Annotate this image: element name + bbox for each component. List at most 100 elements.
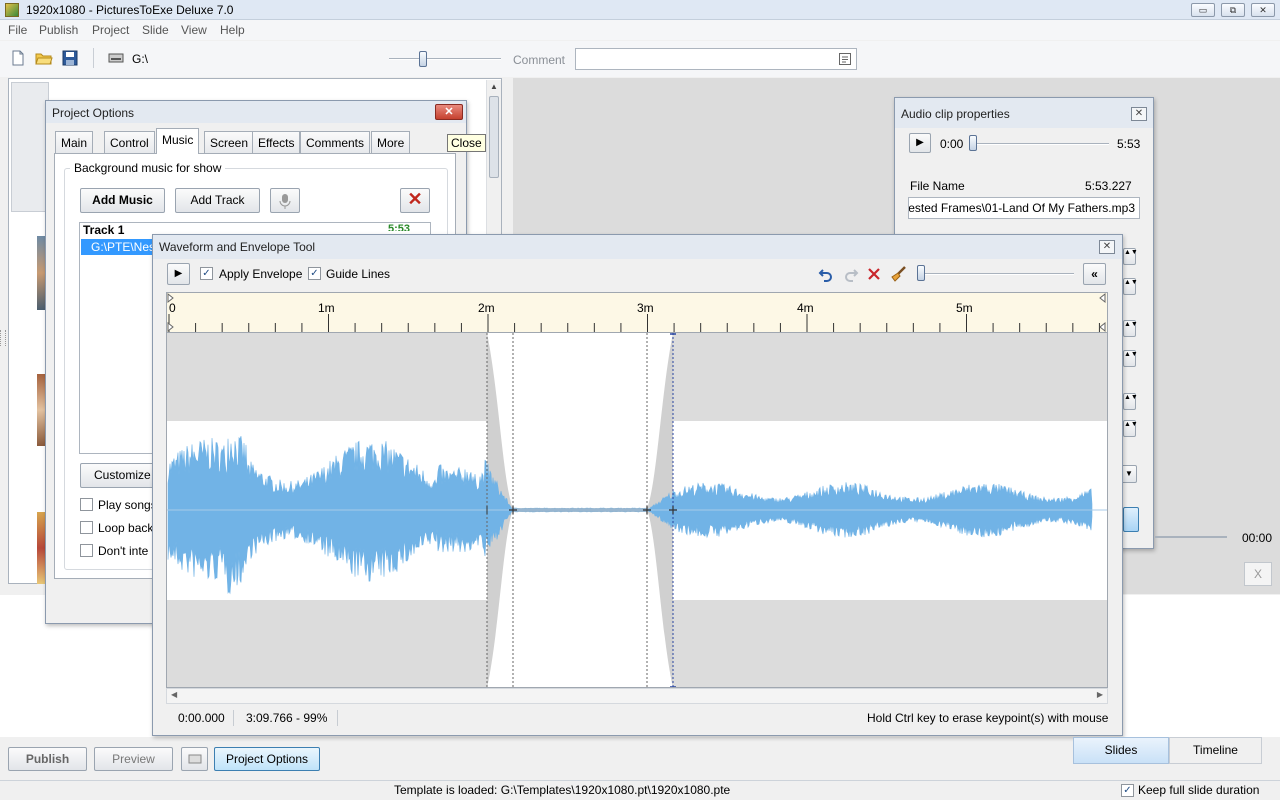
dont-interrupt-checkbox[interactable] <box>80 544 93 557</box>
audio-current-time: 0:00 <box>940 137 964 151</box>
file-path-value: Nested Frames\01-Land Of My Fathers.mp3 <box>908 201 1135 215</box>
comment-input[interactable] <box>575 48 857 70</box>
tab-control[interactable]: Control <box>104 131 155 153</box>
tab-effects[interactable]: Effects <box>252 131 301 153</box>
redo-icon[interactable] <box>843 266 859 282</box>
close-window-button[interactable]: ✕ <box>1251 3 1275 17</box>
preview-button[interactable]: Preview <box>94 747 173 771</box>
x-button[interactable]: X <box>1244 562 1272 586</box>
audio-dropdown-button[interactable]: ▼ <box>1121 465 1137 483</box>
comment-note-icon[interactable] <box>838 52 852 66</box>
open-folder-icon[interactable] <box>35 50 53 66</box>
audio-seek-track[interactable] <box>971 143 1109 145</box>
add-track-button[interactable]: Add Track <box>175 188 260 213</box>
keep-full-duration-label: Keep full slide duration <box>1138 783 1260 797</box>
ruler-label-4m: 4m <box>797 301 814 315</box>
waveform-tool-title: Waveform and Envelope Tool <box>153 235 1122 259</box>
menu-project[interactable]: Project <box>92 23 129 37</box>
minimize-button[interactable]: ▭ <box>1191 3 1215 17</box>
project-options-button[interactable]: Project Options <box>214 747 320 771</box>
project-options-title: Project Options <box>46 101 466 123</box>
volume-slider-thumb[interactable] <box>917 265 925 281</box>
waveform-play-button[interactable]: ▶ <box>167 263 190 285</box>
spinner-3[interactable]: ▲▼ <box>1123 320 1138 337</box>
audio-clip-close-button[interactable]: ✕ <box>1131 107 1147 121</box>
status-divider-2 <box>337 710 338 726</box>
save-icon[interactable] <box>62 50 78 66</box>
end-time: 00:00 <box>1242 531 1273 545</box>
play-songs-label: Play songs <box>98 498 157 512</box>
ruler-label-3m: 3m <box>637 301 654 315</box>
volume-slider-track[interactable] <box>918 273 1074 275</box>
spinner-6[interactable]: ▲▼ <box>1123 420 1138 437</box>
waveform-status-position: 3:09.766 - 99% <box>246 711 328 725</box>
splitter-grip[interactable] <box>0 330 6 346</box>
tab-main[interactable]: Main <box>55 131 94 153</box>
menu-view[interactable]: View <box>181 23 207 37</box>
end-time-track[interactable] <box>1155 536 1227 538</box>
waveform-canvas[interactable] <box>166 333 1108 688</box>
drive-label: G:\ <box>132 52 149 66</box>
spinner-5[interactable]: ▲▼ <box>1123 393 1138 410</box>
spinner-1[interactable]: ▲▼ <box>1123 248 1138 265</box>
scrollbar-thumb[interactable] <box>489 96 499 178</box>
scroll-right-icon[interactable]: ▶ <box>1097 690 1103 699</box>
apply-envelope-checkbox[interactable]: ✓ <box>200 267 213 280</box>
audio-play-button[interactable]: ▶ <box>909 133 931 153</box>
audio-clip-title: Audio clip properties <box>895 98 1153 128</box>
scroll-up-icon[interactable]: ▲ <box>490 82 498 91</box>
comment-label: Comment <box>513 53 566 67</box>
waveform-close-button[interactable]: ✕ <box>1099 240 1115 254</box>
undo-icon[interactable] <box>818 266 834 282</box>
keep-full-duration-checkbox[interactable]: ✓ <box>1121 784 1134 797</box>
track-duration: 5:53 <box>388 223 411 231</box>
audio-ok-button[interactable] <box>1123 507 1139 532</box>
file-path-field[interactable]: Nested Frames\01-Land Of My Fathers.mp3 <box>908 197 1140 219</box>
zoom-slider-track[interactable] <box>389 58 501 60</box>
zoom-slider-thumb[interactable] <box>418 51 427 67</box>
dont-interrupt-label: Don't inte <box>98 544 149 558</box>
play-songs-checkbox[interactable] <box>80 498 93 511</box>
spinner-2[interactable]: ▲▼ <box>1123 278 1138 295</box>
publish-button[interactable]: Publish <box>8 747 87 771</box>
slide-thumbnail[interactable] <box>11 82 49 212</box>
loop-back-checkbox[interactable] <box>80 521 93 534</box>
restore-button[interactable]: ⧉ <box>1221 3 1245 17</box>
tab-slides[interactable]: Slides <box>1073 737 1169 764</box>
file-name-label: File Name <box>910 179 965 193</box>
microphone-button[interactable] <box>270 188 300 213</box>
waveform-h-scrollbar[interactable]: ◀ ▶ <box>166 688 1108 704</box>
collapse-button[interactable]: « <box>1083 263 1106 285</box>
screen-button[interactable] <box>181 747 208 771</box>
guide-lines-label: Guide Lines <box>326 267 391 281</box>
guide-lines-checkbox[interactable]: ✓ <box>308 267 321 280</box>
tab-more[interactable]: More <box>371 131 411 153</box>
tab-screen[interactable]: Screen <box>204 131 255 153</box>
drive-icon <box>108 53 124 63</box>
file-duration: 5:53.227 <box>1085 179 1132 193</box>
ruler-label-1m: 1m <box>318 301 335 315</box>
tab-timeline[interactable]: Timeline <box>1169 737 1262 764</box>
tab-comments[interactable]: Comments <box>300 131 371 153</box>
audio-seek-thumb[interactable] <box>969 135 977 151</box>
app-icon <box>5 3 19 17</box>
menu-help[interactable]: Help <box>220 23 245 37</box>
close-tooltip: Close <box>447 134 486 152</box>
new-file-icon[interactable] <box>10 50 26 66</box>
menu-file[interactable]: File <box>8 23 27 37</box>
tab-music[interactable]: Music <box>156 128 200 154</box>
delete-keypoint-icon[interactable] <box>866 266 882 282</box>
apply-envelope-label: Apply Envelope <box>219 267 303 281</box>
menu-slide[interactable]: Slide <box>142 23 169 37</box>
scroll-left-icon[interactable]: ◀ <box>171 690 177 699</box>
delete-track-button[interactable]: ✕ <box>400 188 430 213</box>
end-marker-bottom-icon <box>1099 321 1106 333</box>
project-options-close-button[interactable]: ✕ <box>435 104 463 120</box>
menu-publish[interactable]: Publish <box>39 23 78 37</box>
spinner-4[interactable]: ▲▼ <box>1123 350 1138 367</box>
screen-icon <box>188 754 201 764</box>
status-template: Template is loaded: G:\Templates\1920x10… <box>394 783 731 797</box>
broom-icon[interactable] <box>890 265 908 283</box>
status-divider-1 <box>233 710 234 726</box>
add-music-button[interactable]: Add Music <box>80 188 165 213</box>
